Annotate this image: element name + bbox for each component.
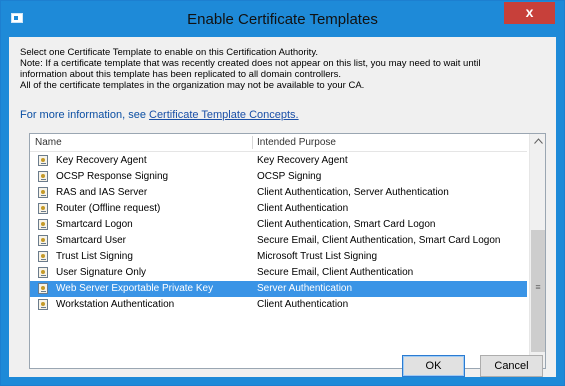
list-row[interactable]: Trust List Signing Microsoft Trust List S…	[30, 249, 527, 265]
intended-purpose: Secure Email, Client Authentication, Sma…	[257, 235, 501, 246]
certificate-template-icon	[38, 235, 48, 246]
intended-purpose: Secure Email, Client Authentication	[257, 267, 414, 278]
window-title: Enable Certificate Templates	[187, 11, 378, 28]
scroll-thumb[interactable]: ≡	[531, 230, 545, 352]
intended-purpose: Key Recovery Agent	[257, 155, 348, 166]
certificate-template-icon	[38, 219, 48, 230]
intended-purpose: Client Authentication, Server Authentica…	[257, 187, 449, 198]
dialog-body: Select one Certificate Template to enabl…	[9, 37, 556, 377]
list-row[interactable]: Key Recovery Agent Key Recovery Agent	[30, 153, 527, 169]
certificate-template-icon	[38, 171, 48, 182]
description-line: Note: If a certificate template that was…	[20, 58, 481, 69]
description-line: information about this template has been…	[20, 69, 342, 80]
scroll-grip-icon: ≡	[535, 282, 541, 292]
intended-purpose: Client Authentication, Smart Card Logon	[257, 219, 436, 230]
intended-purpose: Server Authentication	[257, 283, 353, 294]
list-row[interactable]: Workstation Authentication Client Authent…	[30, 297, 527, 313]
description-line: Select one Certificate Template to enabl…	[20, 47, 319, 58]
template-name: Smartcard Logon	[56, 219, 133, 230]
list-row[interactable]: OCSP Response Signing OCSP Signing	[30, 169, 527, 185]
certificate-template-icon	[38, 203, 48, 214]
list-header: Name Intended Purpose	[30, 134, 527, 152]
list-row[interactable]: Web Server Exportable Private Key Server …	[30, 281, 527, 297]
list-row[interactable]: RAS and IAS Server Client Authentication,…	[30, 185, 527, 201]
intended-purpose: Client Authentication	[257, 203, 349, 214]
template-name: Smartcard User	[56, 235, 127, 246]
column-header-purpose[interactable]: Intended Purpose	[252, 134, 336, 151]
list-row[interactable]: Smartcard Logon Client Authentication, Sm…	[30, 217, 527, 233]
ok-button[interactable]: OK	[402, 355, 465, 377]
certificate-template-icon	[38, 251, 48, 262]
certificate-template-icon	[38, 187, 48, 198]
more-info-text: For more information, see	[20, 109, 149, 121]
list-row[interactable]: Router (Offline request) Client Authentic…	[30, 201, 527, 217]
certificate-template-icon	[38, 267, 48, 278]
template-name: RAS and IAS Server	[56, 187, 148, 198]
template-name: User Signature Only	[56, 267, 147, 278]
template-concepts-link[interactable]: Certificate Template Concepts.	[149, 109, 299, 121]
template-name: Key Recovery Agent	[56, 155, 147, 166]
intended-purpose: OCSP Signing	[257, 171, 322, 182]
template-name: Router (Offline request)	[56, 203, 161, 214]
certificate-template-icon	[38, 283, 48, 294]
intended-purpose: Client Authentication	[257, 299, 349, 310]
vertical-scrollbar[interactable]: ≡	[529, 134, 545, 368]
intended-purpose: Microsoft Trust List Signing	[257, 251, 378, 262]
certificate-template-icon	[38, 299, 48, 310]
more-info: For more information, see Certificate Te…	[20, 109, 299, 121]
template-name: Web Server Exportable Private Key	[56, 283, 214, 294]
list-row[interactable]: Smartcard User Secure Email, Client Authe…	[30, 233, 527, 249]
scroll-up-arrow-icon[interactable]	[530, 134, 545, 150]
description-line: All of the certificate templates in the …	[20, 80, 365, 91]
template-name: OCSP Response Signing	[56, 171, 169, 182]
column-header-name[interactable]: Name	[30, 134, 62, 151]
certificate-template-icon	[38, 155, 48, 166]
template-name: Workstation Authentication	[56, 299, 175, 310]
title-bar[interactable]: Enable Certificate Templates x	[1, 1, 564, 37]
list-row[interactable]: User Signature Only Secure Email, Client …	[30, 265, 527, 281]
close-button[interactable]: x	[504, 2, 555, 24]
dialog-window: Enable Certificate Templates x Select on…	[0, 0, 565, 386]
template-list[interactable]: Name Intended Purpose Key Recovery Agent…	[29, 133, 546, 369]
cancel-button[interactable]: Cancel	[480, 355, 543, 377]
template-name: Trust List Signing	[56, 251, 133, 262]
description: Select one Certificate Template to enabl…	[20, 47, 548, 91]
